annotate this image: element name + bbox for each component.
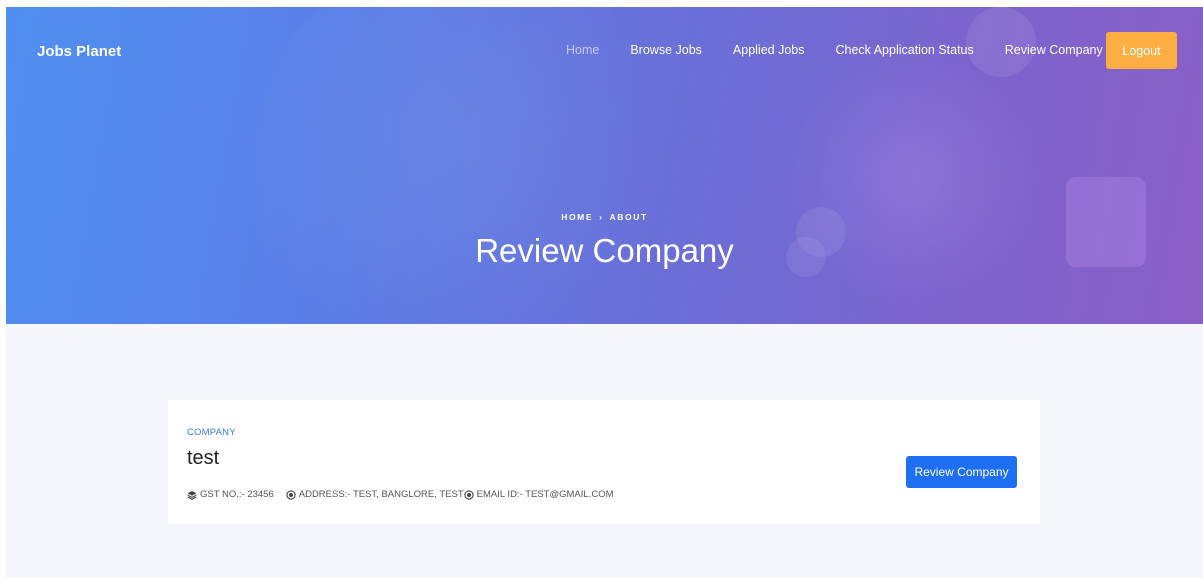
nav-item-review-company[interactable]: Review Company	[1005, 43, 1103, 57]
target-icon	[286, 489, 296, 500]
content-area: COMPANY test GST NO.:- 23456 ADDRESS:- T…	[6, 324, 1203, 578]
nav-item-check-application-status[interactable]: Check Application Status	[835, 43, 973, 57]
hero-banner: Jobs Planet Home Browse Jobs Applied Job…	[6, 7, 1203, 324]
main-nav: Home Browse Jobs Applied Jobs Check Appl…	[566, 43, 1134, 57]
email-text: EMAIL ID:- TEST@GMAIL.COM	[476, 489, 614, 500]
company-name: test	[187, 447, 220, 469]
logout-button[interactable]: Logout	[1106, 32, 1177, 69]
target-icon	[463, 489, 474, 500]
nav-item-home[interactable]: Home	[566, 43, 599, 57]
breadcrumb-about: ABOUT	[609, 212, 648, 222]
hero-bokeh-circle	[966, 7, 1036, 77]
brand-logo[interactable]: Jobs Planet	[37, 43, 121, 60]
address-text: ADDRESS:- TEST, BANGLORE, TEST	[298, 489, 464, 500]
company-card: COMPANY test GST NO.:- 23456 ADDRESS:- T…	[168, 400, 1040, 524]
breadcrumb-home[interactable]: HOME	[561, 212, 593, 222]
address-info: ADDRESS:- TEST, BANGLORE, TEST	[286, 489, 464, 500]
nav-item-browse-jobs[interactable]: Browse Jobs	[630, 43, 702, 57]
gst-info: GST NO.:- 23456	[187, 489, 274, 500]
gst-text: GST NO.:- 23456	[200, 489, 274, 500]
company-category: COMPANY	[187, 427, 236, 438]
breadcrumb: HOME › ABOUT	[6, 212, 1203, 222]
page: Jobs Planet Home Browse Jobs Applied Job…	[0, 0, 1203, 578]
email-info: EMAIL ID:- TEST@GMAIL.COM	[463, 489, 614, 500]
page-title: Review Company	[475, 232, 734, 269]
layers-icon	[187, 490, 197, 500]
company-meta: GST NO.:- 23456 ADDRESS:- TEST, BANGLORE…	[187, 489, 614, 500]
nav-item-applied-jobs[interactable]: Applied Jobs	[733, 43, 805, 57]
breadcrumb-separator: ›	[599, 212, 604, 222]
review-company-button[interactable]: Review Company	[906, 456, 1017, 488]
